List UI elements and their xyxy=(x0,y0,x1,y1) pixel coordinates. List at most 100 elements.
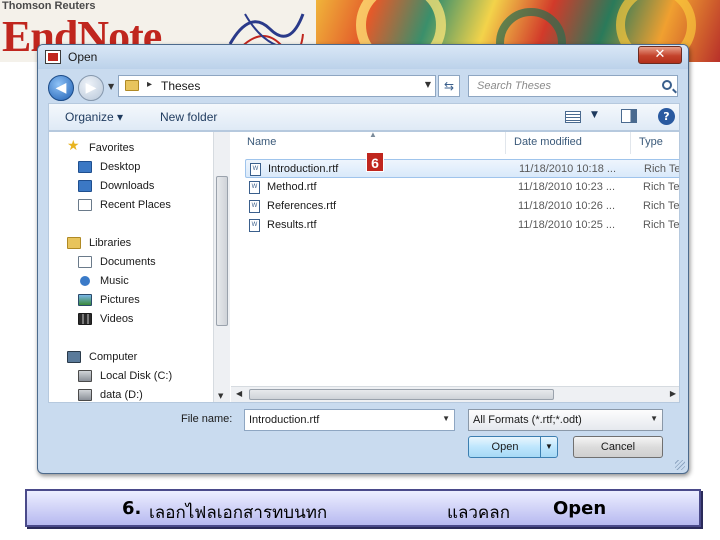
nav-scrollbar[interactable]: ▼ xyxy=(213,132,230,402)
nav-desktop[interactable]: Desktop xyxy=(100,161,140,173)
help-icon[interactable]: ? xyxy=(658,108,675,125)
caption-text-select-file: เลอกไฟลเอกสารทบนทก xyxy=(149,503,328,523)
organize-button[interactable]: Organize ▾ xyxy=(65,110,123,124)
thomson-reuters-label: Thomson Reuters xyxy=(2,0,96,12)
dialog-titlebar[interactable]: Open ✕ xyxy=(38,45,688,69)
nav-videos[interactable]: Videos xyxy=(100,313,133,325)
folder-icon xyxy=(125,80,139,91)
file-row[interactable]: W Introduction.rtf 11/18/2010 10:18 ... … xyxy=(245,159,680,178)
horizontal-scrollbar[interactable]: ◀ ▶ xyxy=(231,386,679,402)
file-name-label: File name: xyxy=(181,413,233,425)
address-dropdown-icon[interactable]: ▼ xyxy=(425,80,431,89)
videos-icon xyxy=(78,313,92,325)
libraries-icon xyxy=(67,237,81,249)
caption-text-then-click: แลวคลก xyxy=(447,503,511,523)
open-button-label: Open xyxy=(491,441,519,453)
command-toolbar: Organize ▾ New folder ▼ ? xyxy=(48,103,680,131)
nav-local-disk-c[interactable]: Local Disk (C:) xyxy=(100,370,172,382)
column-header-date[interactable]: Date modified xyxy=(506,132,631,154)
horizontal-scrollbar-thumb[interactable] xyxy=(249,389,554,400)
file-date: 11/18/2010 10:26 ... xyxy=(518,200,616,212)
navigation-pane: ★ Favorites Desktop Downloads Recent Pla… xyxy=(49,132,230,402)
data-disk-icon xyxy=(78,389,92,401)
nav-computer[interactable]: Computer xyxy=(89,351,137,363)
desktop-icon xyxy=(78,161,92,173)
nav-downloads[interactable]: Downloads xyxy=(100,180,154,192)
scroll-down-arrow-icon[interactable]: ▼ xyxy=(218,392,223,400)
nav-scrollbar-thumb[interactable] xyxy=(216,176,228,326)
file-date: 11/18/2010 10:18 ... xyxy=(519,163,617,175)
recent-locations-dropdown[interactable]: ▼ xyxy=(108,82,114,91)
dialog-title: Open xyxy=(68,50,98,64)
nav-music[interactable]: Music xyxy=(100,275,129,287)
nav-pictures[interactable]: Pictures xyxy=(100,294,140,306)
file-type: Rich Te xyxy=(643,181,680,193)
browser-content: ★ Favorites Desktop Downloads Recent Pla… xyxy=(48,131,680,403)
address-bar[interactable]: ▸ Theses ▼ xyxy=(118,75,436,97)
refresh-button[interactable]: ⇆ xyxy=(438,75,460,97)
file-name: Method.rtf xyxy=(267,181,317,193)
file-type-select[interactable]: All Formats (*.rtf;*.odt) ▼ xyxy=(468,409,663,431)
endnote-app-icon xyxy=(45,50,61,64)
column-type-label: Type xyxy=(639,136,663,148)
step-6-badge: 6 xyxy=(366,152,384,172)
column-header-name[interactable]: ▲ Name xyxy=(239,132,506,154)
column-name-label: Name xyxy=(247,136,277,148)
open-options-dropdown-icon[interactable]: ▼ xyxy=(540,437,557,457)
cancel-button[interactable]: Cancel xyxy=(573,436,663,458)
open-button[interactable]: Open ▼ xyxy=(468,436,558,458)
column-header-type[interactable]: Type xyxy=(631,132,679,154)
computer-icon xyxy=(67,351,81,363)
file-list-pane: ▲ Name Date modified Type W Introduction… xyxy=(231,132,680,402)
file-row[interactable]: W Method.rtf 11/18/2010 10:23 ... Rich T… xyxy=(245,178,680,197)
file-date: 11/18/2010 10:25 ... xyxy=(518,219,616,231)
back-button[interactable]: ◀ xyxy=(48,75,74,101)
file-name: Introduction.rtf xyxy=(268,163,339,175)
rtf-file-icon: W xyxy=(249,181,260,194)
recent-places-icon xyxy=(78,199,92,211)
caption-step-number: 6. xyxy=(122,498,142,519)
change-view-icon[interactable] xyxy=(565,111,581,123)
rtf-file-icon: W xyxy=(250,163,261,176)
nav-recent-places[interactable]: Recent Places xyxy=(100,199,171,211)
downloads-icon xyxy=(78,180,92,192)
scroll-left-arrow-icon[interactable]: ◀ xyxy=(236,389,242,398)
pictures-icon xyxy=(78,294,92,306)
local-disk-icon xyxy=(78,370,92,382)
file-type: Rich Te xyxy=(643,200,680,212)
column-date-label: Date modified xyxy=(514,136,582,148)
nav-data-d[interactable]: data (D:) xyxy=(100,389,143,401)
breadcrumb-theses[interactable]: Theses xyxy=(161,79,200,93)
file-name-value: Introduction.rtf xyxy=(249,414,320,426)
file-type-value: All Formats (*.rtf;*.odt) xyxy=(473,414,582,426)
instruction-caption: 6. เลอกไฟลเอกสารทบนทก แลวคลก Open xyxy=(25,489,701,527)
file-name-input[interactable]: Introduction.rtf ▼ xyxy=(244,409,455,431)
resize-grip-icon[interactable] xyxy=(675,460,685,470)
search-input[interactable]: Search Theses xyxy=(468,75,678,97)
open-dialog: Open ✕ ◀ ▶ ▼ ▸ Theses ▼ ⇆ Search Theses … xyxy=(37,44,689,474)
forward-button[interactable]: ▶ xyxy=(78,75,104,101)
sort-ascending-icon: ▲ xyxy=(369,131,377,139)
search-icon[interactable] xyxy=(662,80,672,90)
file-type: Rich Te xyxy=(644,163,680,175)
favorites-star-icon: ★ xyxy=(67,138,80,154)
preview-pane-icon[interactable] xyxy=(621,109,637,123)
caption-open-keyword: Open xyxy=(553,498,607,519)
file-row[interactable]: W Results.rtf 11/18/2010 10:25 ... Rich … xyxy=(245,216,679,235)
new-folder-button[interactable]: New folder xyxy=(160,110,217,124)
file-type-dropdown-icon[interactable]: ▼ xyxy=(650,414,658,423)
close-button[interactable]: ✕ xyxy=(638,46,682,64)
music-icon xyxy=(80,276,90,286)
nav-documents[interactable]: Documents xyxy=(100,256,156,268)
view-options-dropdown[interactable]: ▼ xyxy=(591,110,598,120)
rtf-file-icon: W xyxy=(249,219,260,232)
file-name: Results.rtf xyxy=(267,219,317,231)
nav-libraries[interactable]: Libraries xyxy=(89,237,131,249)
file-name: References.rtf xyxy=(267,200,337,212)
scroll-right-arrow-icon[interactable]: ▶ xyxy=(670,389,676,398)
file-row[interactable]: W References.rtf 11/18/2010 10:26 ... Ri… xyxy=(245,197,680,216)
file-name-dropdown-icon[interactable]: ▼ xyxy=(442,414,450,423)
nav-favorites[interactable]: Favorites xyxy=(89,142,134,154)
breadcrumb-chevron-icon[interactable]: ▸ xyxy=(147,79,152,90)
documents-icon xyxy=(78,256,92,268)
